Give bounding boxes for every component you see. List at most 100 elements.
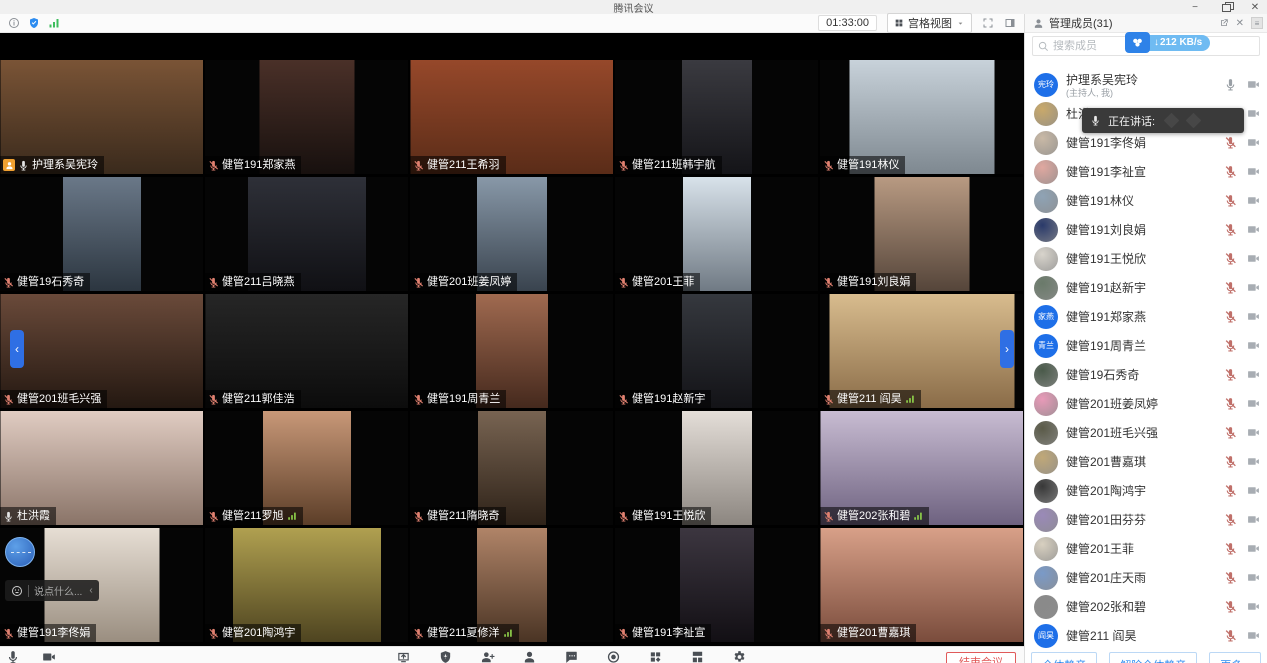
security-button[interactable]	[439, 650, 453, 663]
panel-menu-icon[interactable]: ≡	[1251, 17, 1263, 29]
maximize-button[interactable]	[1217, 0, 1233, 14]
video-tile[interactable]: 健管211罗旭	[205, 411, 408, 525]
mic-muted-icon[interactable]	[1224, 542, 1237, 555]
unmute-all-button[interactable]: 解除全体静音	[1109, 652, 1197, 663]
video-tile[interactable]: 健管191林仪	[820, 60, 1023, 174]
member-row[interactable]: 健管191李祉宣	[1025, 157, 1267, 186]
camera-icon[interactable]	[1247, 339, 1260, 352]
video-tile[interactable]: 健管201班姜凤婷	[410, 177, 613, 291]
end-meeting-button[interactable]: 结束会议	[946, 652, 1016, 663]
member-row[interactable]: 健管201陶鸿宇	[1025, 476, 1267, 505]
camera-icon[interactable]	[1247, 223, 1260, 236]
video-tile[interactable]: 健管211夏修洋	[410, 528, 613, 642]
video-tile[interactable]: 健管201班毛兴强	[0, 294, 203, 408]
fullscreen-button[interactable]	[982, 17, 994, 29]
mic-muted-icon[interactable]	[1224, 484, 1237, 497]
sidebar-layout-button[interactable]	[1004, 17, 1016, 29]
video-tile[interactable]: 健管191李祉宣	[615, 528, 818, 642]
share-screen-button[interactable]	[397, 650, 411, 663]
mic-muted-icon[interactable]	[1224, 455, 1237, 468]
video-tile[interactable]: 健管191赵新宇	[615, 294, 818, 408]
camera-icon[interactable]	[1247, 484, 1260, 497]
video-tile[interactable]: 健管191郑家燕	[205, 60, 408, 174]
mute-all-button[interactable]: 全体静音	[1031, 652, 1097, 663]
video-tile[interactable]: 健管201王菲	[615, 177, 818, 291]
record-button[interactable]	[607, 650, 621, 663]
mic-muted-icon[interactable]	[1224, 194, 1237, 207]
mic-muted-icon[interactable]	[1224, 397, 1237, 410]
camera-icon[interactable]	[1247, 281, 1260, 294]
video-tile[interactable]: 健管19石秀奇	[0, 177, 203, 291]
video-tile[interactable]: 健管202张和碧	[820, 411, 1023, 525]
camera-icon[interactable]	[1247, 310, 1260, 323]
next-page-arrow[interactable]: ›	[1000, 330, 1014, 368]
mic-muted-icon[interactable]	[1224, 165, 1237, 178]
minimize-button[interactable]: −	[1187, 0, 1203, 14]
video-tile[interactable]: 健管211班韩宇航	[615, 60, 818, 174]
breakout-rooms-button[interactable]	[691, 650, 705, 663]
camera-icon[interactable]	[1247, 136, 1260, 149]
video-tile[interactable]: 健管211王希羽	[410, 60, 613, 174]
video-tile[interactable]: 健管191周青兰	[410, 294, 613, 408]
member-row[interactable]: 健管201班姜凤婷	[1025, 389, 1267, 418]
network-signal-icon[interactable]	[48, 17, 60, 29]
video-tile[interactable]: 健管211 阎昊	[820, 294, 1023, 408]
member-row[interactable]: 家燕健管191郑家燕	[1025, 302, 1267, 331]
member-row[interactable]: 阎昊健管211 阎昊	[1025, 621, 1267, 650]
apps-button[interactable]	[649, 650, 663, 663]
mic-muted-icon[interactable]	[1224, 426, 1237, 439]
camera-icon[interactable]	[1247, 368, 1260, 381]
camera-icon[interactable]	[1247, 600, 1260, 613]
member-row[interactable]: 健管201曹嘉琪	[1025, 447, 1267, 476]
video-tile[interactable]: 健管201陶鸿宇	[205, 528, 408, 642]
close-button[interactable]: ✕	[1247, 0, 1263, 14]
more-button[interactable]: 更多 ▾	[1209, 652, 1261, 663]
member-row[interactable]: 宪玲护理系吴宪玲(主持人, 我)	[1025, 70, 1267, 99]
member-row[interactable]: 健管201王菲	[1025, 534, 1267, 563]
camera-icon[interactable]	[1247, 78, 1260, 91]
video-tile[interactable]: 护理系吴宪玲	[0, 60, 203, 174]
camera-icon[interactable]	[1247, 426, 1260, 439]
camera-icon[interactable]	[1247, 571, 1260, 584]
member-row[interactable]: 健管201庄天雨	[1025, 563, 1267, 592]
member-row[interactable]: 健管191王悦欣	[1025, 244, 1267, 273]
microphone-button[interactable]	[6, 650, 20, 663]
video-tile[interactable]: 健管211郭佳浩	[205, 294, 408, 408]
camera-icon[interactable]	[1247, 513, 1260, 526]
chat-button[interactable]	[565, 650, 579, 663]
popout-panel-icon[interactable]	[1219, 18, 1229, 29]
member-row[interactable]: 健管191刘良娟	[1025, 215, 1267, 244]
manage-members-button[interactable]	[523, 650, 537, 663]
camera-icon[interactable]	[1247, 455, 1260, 468]
video-tile[interactable]: 健管211隋晓奇	[410, 411, 613, 525]
member-row[interactable]: 健管201田芬芬	[1025, 505, 1267, 534]
member-row[interactable]: 健管191赵新宇	[1025, 273, 1267, 302]
floating-widget[interactable]	[5, 537, 35, 567]
invite-button[interactable]	[481, 650, 495, 663]
mic-muted-icon[interactable]	[1224, 252, 1237, 265]
close-panel-icon[interactable]: ✕	[1236, 18, 1244, 29]
camera-icon[interactable]	[1247, 194, 1260, 207]
network-speed-widget[interactable]: ↓212 KB/s	[1125, 32, 1210, 53]
camera-icon[interactable]	[1247, 629, 1260, 642]
camera-button[interactable]	[42, 650, 56, 663]
camera-icon[interactable]	[1247, 252, 1260, 265]
member-row[interactable]: 青兰健管191周青兰	[1025, 331, 1267, 360]
emoji-icon[interactable]	[11, 584, 23, 598]
mic-muted-icon[interactable]	[1224, 368, 1237, 381]
mic-muted-icon[interactable]	[1224, 513, 1237, 526]
member-row[interactable]: 健管19石秀奇	[1025, 360, 1267, 389]
mic-muted-icon[interactable]	[1224, 223, 1237, 236]
mic-icon[interactable]	[1224, 78, 1237, 91]
member-row[interactable]: 健管191林仪	[1025, 186, 1267, 215]
mic-muted-icon[interactable]	[1224, 600, 1237, 613]
camera-icon[interactable]	[1247, 542, 1260, 555]
mic-muted-icon[interactable]	[1224, 339, 1237, 352]
video-tile[interactable]: 健管191王悦欣	[615, 411, 818, 525]
chat-input-placeholder[interactable]: 说点什么...	[34, 583, 82, 598]
settings-button[interactable]	[733, 650, 747, 663]
video-tile[interactable]: 杜洪霞	[0, 411, 203, 525]
mic-muted-icon[interactable]	[1224, 571, 1237, 584]
camera-icon[interactable]	[1247, 165, 1260, 178]
mic-muted-icon[interactable]	[1224, 310, 1237, 323]
